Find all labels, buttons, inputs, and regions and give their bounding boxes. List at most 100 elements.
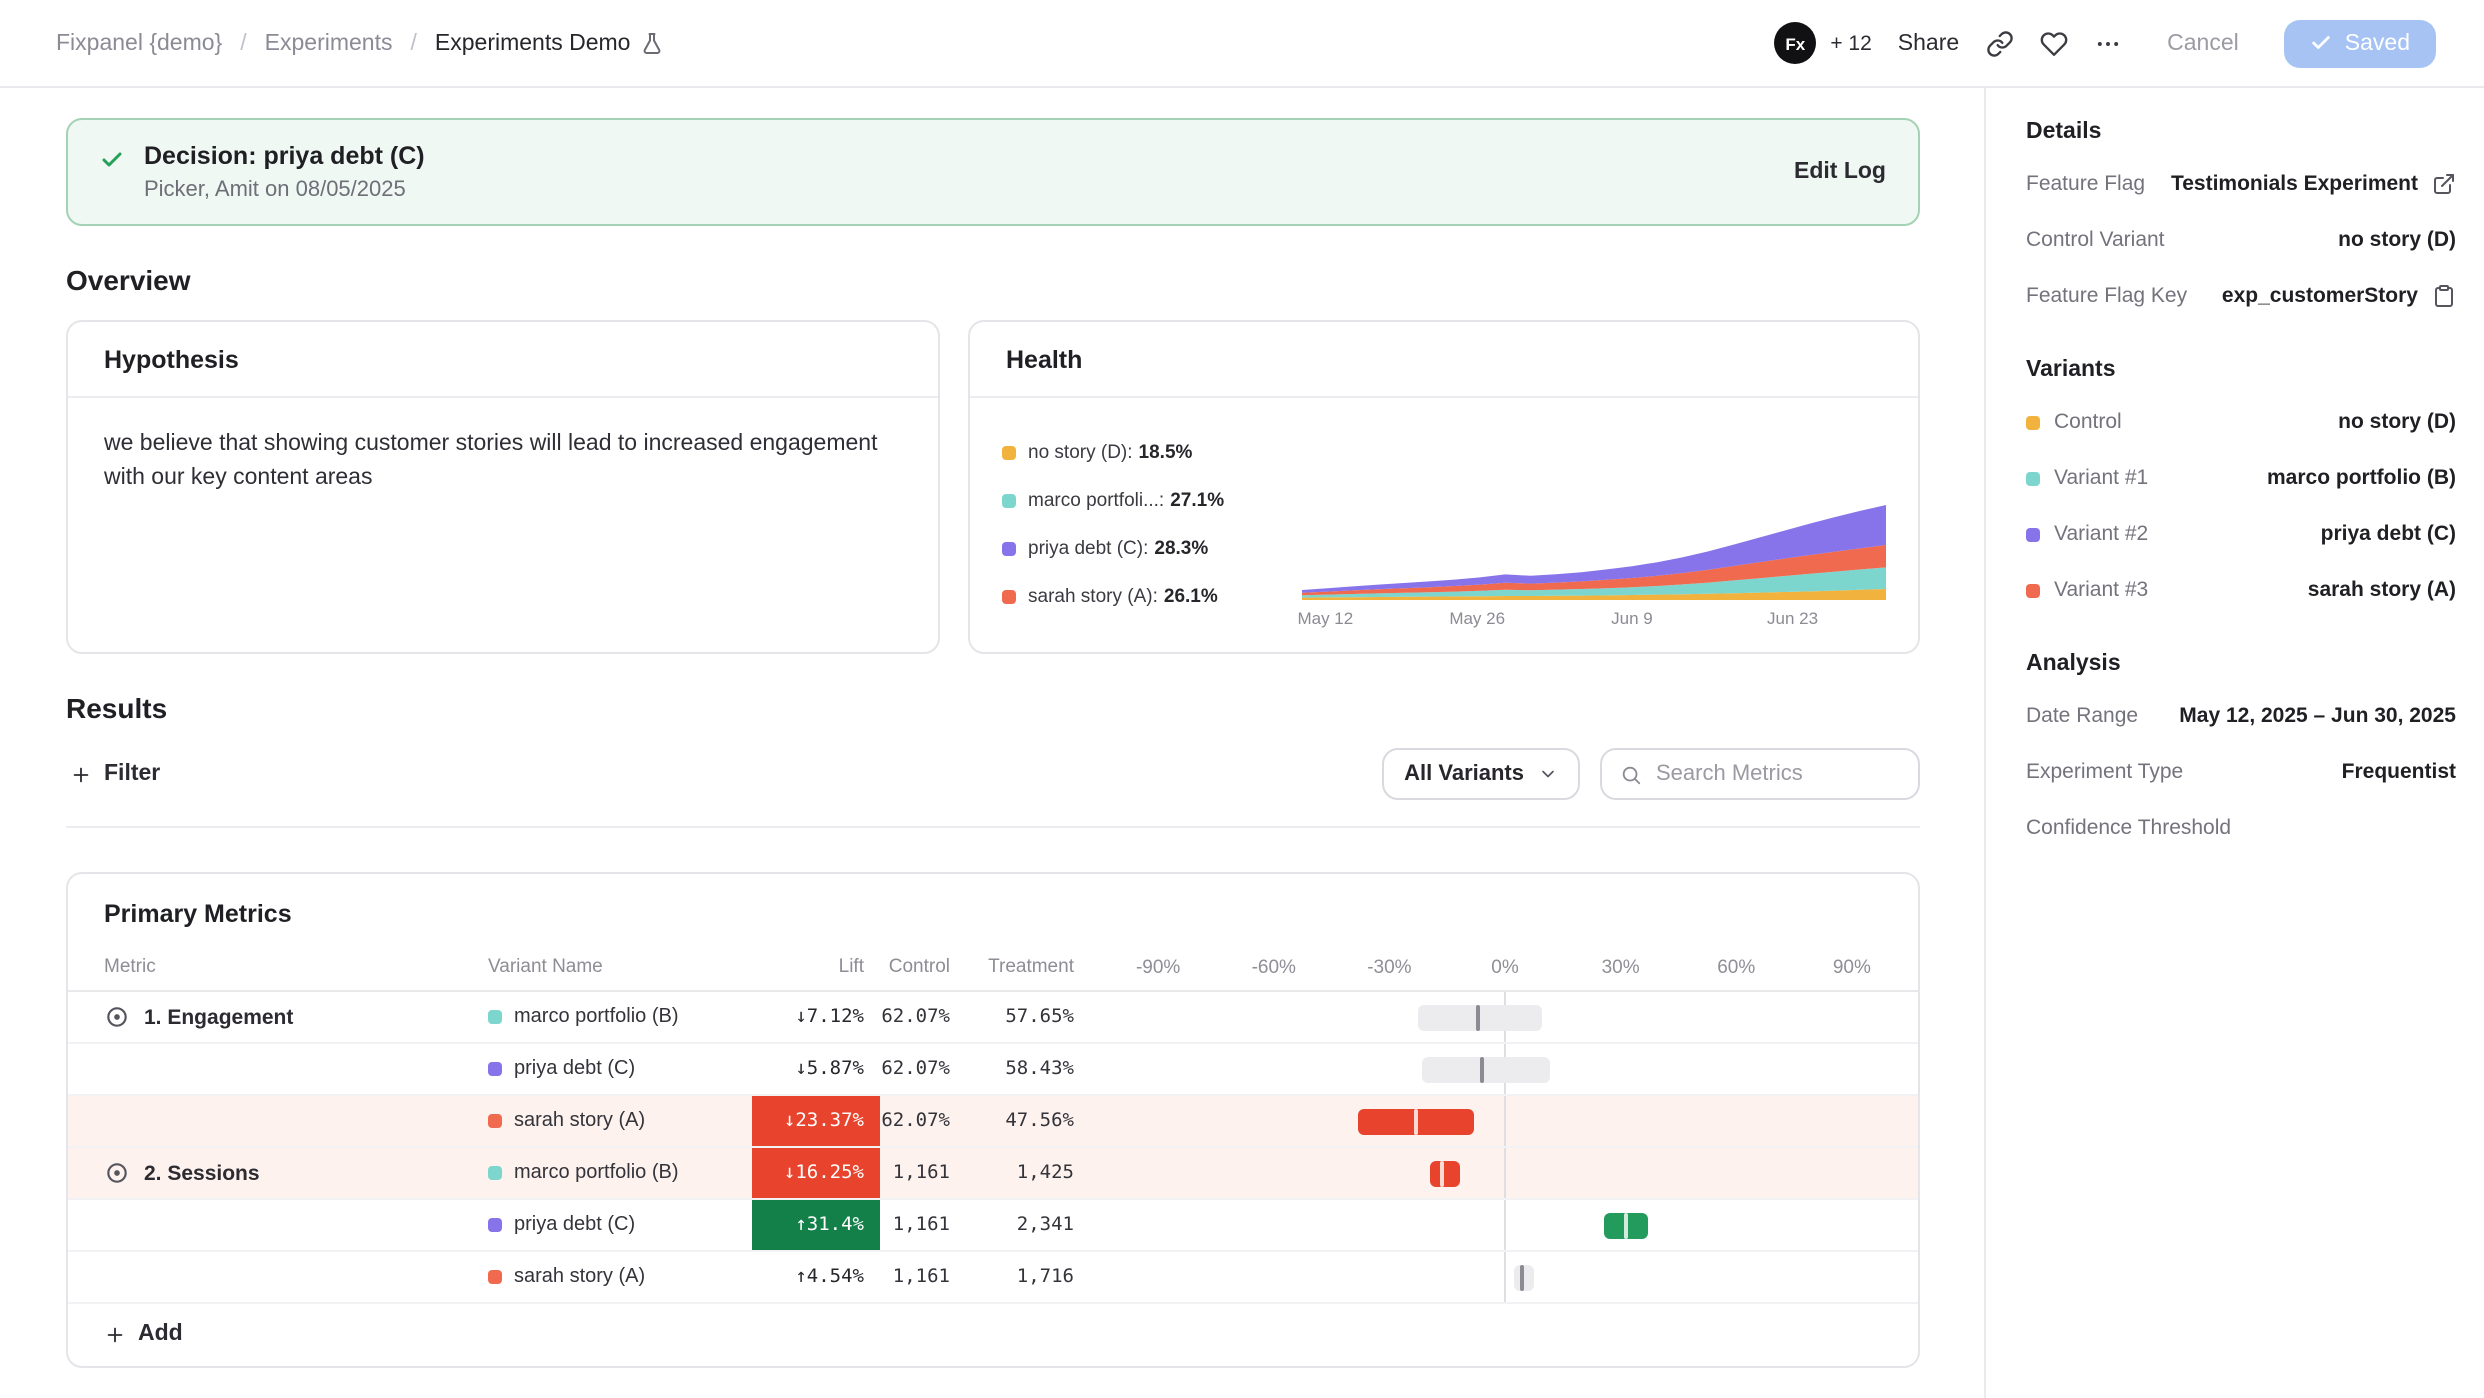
interval-mid-tick bbox=[1480, 1056, 1484, 1082]
confidence-interval-cell bbox=[1116, 1044, 1918, 1094]
metric-row[interactable]: sarah story (A)↓23.37%62.07%47.56% bbox=[68, 1096, 1918, 1148]
variant-color-dot bbox=[2026, 583, 2040, 597]
sidebar-row-label: Date Range bbox=[2026, 704, 2138, 728]
variant-name: marco portfolio (B) bbox=[514, 1162, 679, 1184]
breadcrumb-item-fixpanel-demo[interactable]: Fixpanel {demo} bbox=[56, 31, 222, 55]
metric-row[interactable]: sarah story (A)↑4.54%1,1611,716 bbox=[68, 1252, 1918, 1304]
share-button[interactable]: Share bbox=[1898, 31, 1959, 55]
health-legend-item[interactable]: marco portfoli...:27.1% bbox=[1002, 490, 1302, 512]
axis-tick-label: -90% bbox=[1136, 956, 1180, 978]
external-link-icon[interactable] bbox=[2432, 172, 2456, 196]
sidebar-row-control: Controlno story (D) bbox=[2026, 410, 2456, 434]
axis-tick-label: 60% bbox=[1717, 956, 1755, 978]
lift-value: ↓5.87% bbox=[752, 1044, 880, 1094]
cancel-button[interactable]: Cancel bbox=[2147, 21, 2259, 65]
overview-heading: Overview bbox=[66, 264, 1920, 296]
variant-cell: sarah story (A) bbox=[488, 1252, 752, 1302]
legend-color-dot bbox=[1002, 542, 1016, 556]
metric-row[interactable]: 1. Engagementmarco portfolio (B)↓7.12%62… bbox=[68, 992, 1918, 1044]
sidebar-row-variant-2: Variant #2priya debt (C) bbox=[2026, 522, 2456, 546]
variant-cell: marco portfolio (B) bbox=[488, 992, 752, 1042]
sidebar-row-label: Control bbox=[2054, 410, 2122, 434]
breadcrumb: Fixpanel {demo}/Experiments/Experiments … bbox=[56, 31, 665, 55]
search-metrics-input[interactable] bbox=[1656, 762, 1896, 786]
health-legend-item[interactable]: sarah story (A):26.1% bbox=[1002, 586, 1302, 608]
saved-button[interactable]: Saved bbox=[2285, 19, 2436, 67]
add-metric-button[interactable]: Add bbox=[68, 1304, 1918, 1366]
heart-icon[interactable] bbox=[2039, 29, 2067, 57]
sidebar-row-variant-3: Variant #3sarah story (A) bbox=[2026, 578, 2456, 602]
sidebar-row-label-wrap: Variant #1 bbox=[2026, 466, 2148, 490]
avatar[interactable]: Fx bbox=[1774, 22, 1816, 64]
column-header-variant: Variant Name bbox=[488, 944, 752, 990]
legend-value: 18.5% bbox=[1139, 442, 1193, 464]
details-heading: Details bbox=[2026, 120, 2456, 144]
confidence-interval-bar bbox=[1418, 1004, 1541, 1030]
interval-mid-tick bbox=[1440, 1160, 1444, 1186]
interval-mid-tick bbox=[1413, 1108, 1417, 1134]
link-icon[interactable] bbox=[1985, 29, 2013, 57]
variant-name: priya debt (C) bbox=[514, 1214, 635, 1236]
metric-name: 2. Sessions bbox=[144, 1161, 260, 1185]
treatment-value: 2,341 bbox=[996, 1200, 1116, 1250]
health-legend-item[interactable]: no story (D):18.5% bbox=[1002, 442, 1302, 464]
metrics-table-header: MetricVariant NameLiftControlTreatment-9… bbox=[68, 944, 1918, 992]
sidebar-row-label-wrap: Feature Flag bbox=[2026, 172, 2145, 196]
sidebar-row-label: Control Variant bbox=[2026, 228, 2165, 252]
variant-cell: priya debt (C) bbox=[488, 1200, 752, 1250]
sidebar-row-value-wrap: no story (D) bbox=[2338, 228, 2456, 252]
metric-row[interactable]: priya debt (C)↑31.4%1,1612,341 bbox=[68, 1200, 1918, 1252]
sidebar-row-value-wrap: May 12, 2025 – Jun 30, 2025 bbox=[2179, 704, 2456, 728]
sidebar-row-value: exp_customerStory bbox=[2222, 284, 2418, 308]
legend-value: 28.3% bbox=[1154, 538, 1208, 560]
sidebar-row-label: Variant #1 bbox=[2054, 466, 2148, 490]
variants-heading: Variants bbox=[2026, 358, 2456, 382]
edit-log-button[interactable]: Edit Log bbox=[1794, 160, 1886, 184]
treatment-value: 1,716 bbox=[996, 1252, 1116, 1302]
confidence-interval-cell bbox=[1116, 1200, 1918, 1250]
column-header-lift: Lift bbox=[752, 944, 880, 990]
plus-icon bbox=[104, 1323, 126, 1345]
variants-dropdown[interactable]: All Variants bbox=[1382, 748, 1580, 800]
sidebar-row-label-wrap: Control bbox=[2026, 410, 2122, 434]
sidebar-row-control-variant: Control Variant no story (D) bbox=[2026, 228, 2456, 252]
variant-color-dot bbox=[488, 1166, 502, 1180]
variant-name: marco portfolio (B) bbox=[514, 1006, 679, 1028]
sidebar-row-value: no story (D) bbox=[2338, 228, 2456, 252]
health-legend-item[interactable]: priya debt (C):28.3% bbox=[1002, 538, 1302, 560]
treatment-value: 1,425 bbox=[996, 1148, 1116, 1198]
sidebar-row-value-wrap: marco portfolio (B) bbox=[2267, 466, 2456, 490]
breadcrumb-item-experiments-demo: Experiments Demo bbox=[435, 31, 665, 55]
legend-color-dot bbox=[1002, 446, 1016, 460]
metric-row[interactable]: 2. Sessionsmarco portfolio (B)↓16.25%1,1… bbox=[68, 1148, 1918, 1200]
confidence-interval-cell bbox=[1116, 1252, 1918, 1302]
metric-cell: 2. Sessions bbox=[68, 1148, 488, 1198]
confidence-interval-bar bbox=[1423, 1056, 1550, 1082]
breadcrumb-separator: / bbox=[240, 31, 246, 55]
variant-color-dot bbox=[488, 1114, 502, 1128]
variant-color-dot bbox=[2026, 527, 2040, 541]
axis-tick-label: -60% bbox=[1252, 956, 1296, 978]
lift-value: ↑31.4% bbox=[752, 1200, 880, 1250]
sidebar-row-label: Experiment Type bbox=[2026, 760, 2183, 784]
breadcrumb-item-experiments[interactable]: Experiments bbox=[265, 31, 393, 55]
health-x-axis: May 12May 26Jun 9Jun 23 bbox=[1302, 608, 1886, 634]
column-header-metric: Metric bbox=[68, 944, 488, 990]
sidebar-row-label-wrap: Variant #3 bbox=[2026, 578, 2148, 602]
add-filter-button[interactable]: Filter bbox=[66, 752, 164, 796]
legend-value: 27.1% bbox=[1170, 490, 1224, 512]
sidebar-row-label-wrap: Confidence Threshold bbox=[2026, 816, 2231, 840]
ellipsis-menu-icon[interactable] bbox=[2093, 29, 2121, 57]
health-x-label: Jun 9 bbox=[1611, 608, 1653, 628]
decision-subtitle: Picker, Amit on 08/05/2025 bbox=[144, 178, 425, 202]
sidebar-row-value-wrap: exp_customerStory bbox=[2222, 284, 2456, 308]
variant-color-dot bbox=[488, 1270, 502, 1284]
add-metric-label: Add bbox=[138, 1322, 183, 1346]
health-legend: no story (D):18.5% marco portfoli...:27.1… bbox=[1002, 422, 1302, 638]
clipboard-icon[interactable] bbox=[2432, 284, 2456, 308]
decision-banner: Decision: priya debt (C) Picker, Amit on… bbox=[66, 118, 1920, 226]
interval-mid-tick bbox=[1624, 1212, 1628, 1238]
results-divider bbox=[66, 826, 1920, 828]
variant-cell: marco portfolio (B) bbox=[488, 1148, 752, 1198]
metric-row[interactable]: priya debt (C)↓5.87%62.07%58.43% bbox=[68, 1044, 1918, 1096]
